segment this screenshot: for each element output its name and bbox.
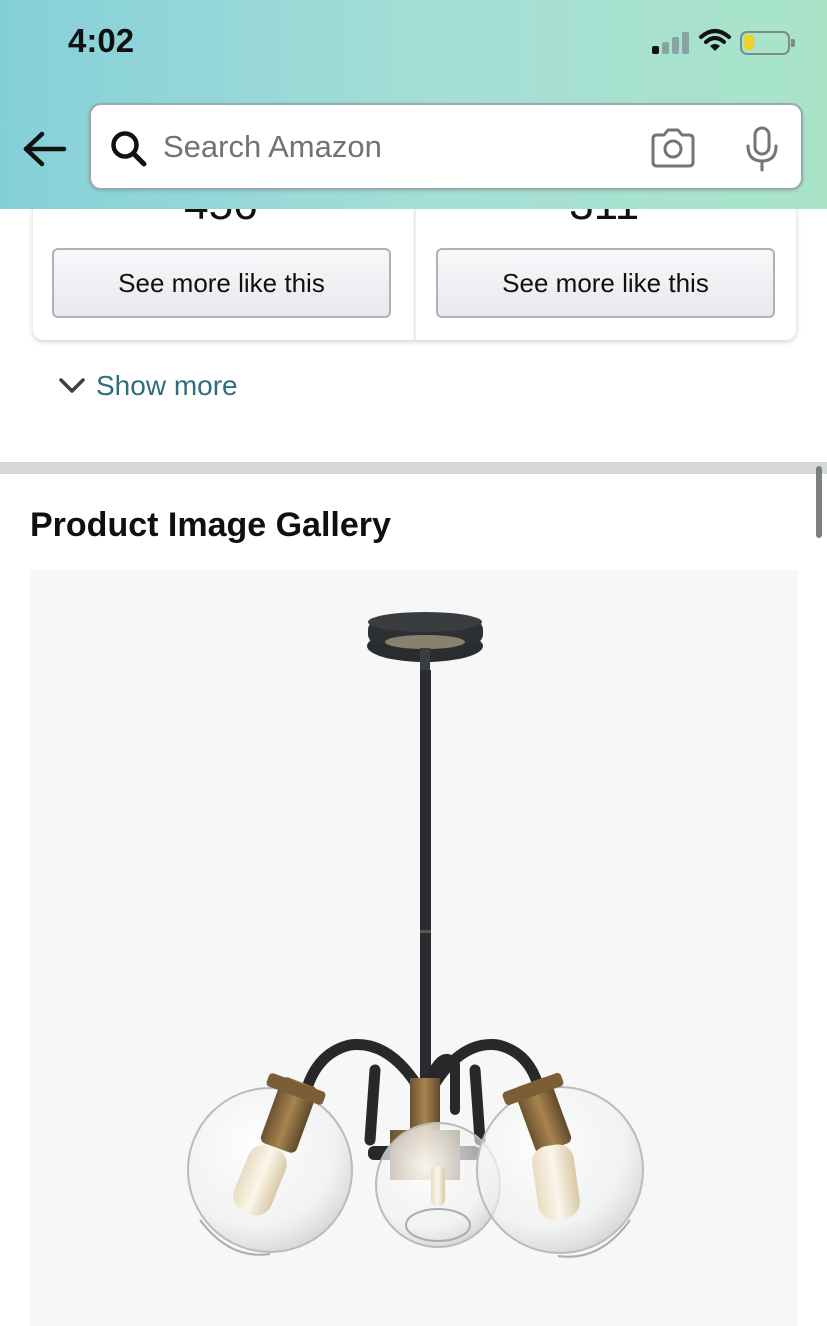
product-image[interactable] — [30, 570, 798, 1326]
section-divider — [0, 462, 827, 474]
search-bar[interactable] — [89, 103, 803, 190]
gallery-title: Product Image Gallery — [30, 506, 391, 544]
search-input[interactable] — [163, 119, 623, 175]
show-more-label: Show more — [96, 370, 238, 401]
chandelier-icon — [187, 612, 644, 1258]
see-more-like-this-button[interactable]: See more like this — [436, 248, 775, 318]
chevron-down-icon — [59, 378, 85, 393]
status-time: 4:02 — [68, 22, 135, 59]
wifi-icon — [699, 29, 731, 51]
camera-icon[interactable] — [649, 127, 697, 169]
search-icon — [111, 131, 147, 167]
show-more-link[interactable]: Show more — [58, 366, 238, 406]
scrollbar[interactable] — [816, 466, 822, 538]
see-more-like-this-button[interactable]: See more like this — [52, 248, 391, 318]
microphone-icon[interactable] — [743, 125, 781, 173]
back-arrow-button[interactable] — [20, 126, 70, 172]
top-header: 4:02 — [0, 0, 827, 209]
cellular-signal-icon — [652, 30, 692, 54]
battery-icon — [740, 31, 795, 55]
